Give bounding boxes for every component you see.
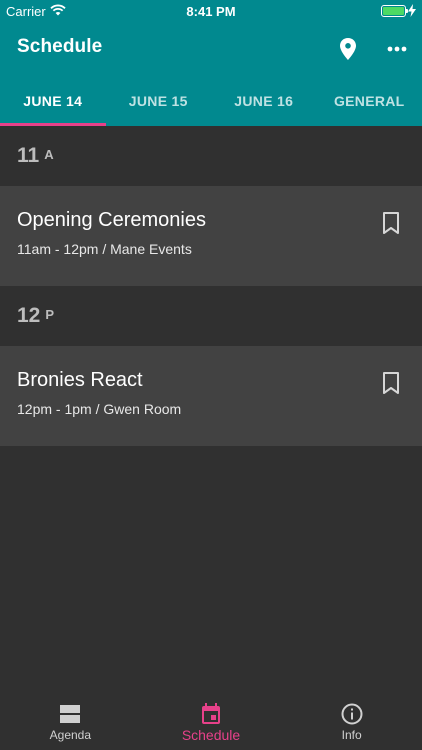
status-time: 8:41 PM (186, 4, 236, 19)
time-slot-ampm: A (44, 146, 54, 162)
date-tabs: JUNE 14 JUNE 15 JUNE 16 GENERAL (0, 76, 422, 126)
time-slot-hour: 12 (17, 304, 41, 327)
tab-label: GENERAL (333, 93, 405, 109)
event-time-location: 11am - 12pm / Mane Events (17, 241, 192, 257)
nav-info[interactable]: Info (281, 692, 422, 750)
tab-june-14[interactable]: JUNE 14 (0, 76, 106, 126)
event-item[interactable]: Bronies React 12pm - 1pm / Gwen Room (0, 346, 422, 446)
event-time-location: 12pm - 1pm / Gwen Room (17, 401, 182, 417)
time-slot-ampm: P (45, 306, 55, 322)
tab-june-16[interactable]: JUNE 16 (211, 76, 317, 126)
info-icon (341, 703, 363, 725)
nav-schedule[interactable]: Schedule (141, 692, 282, 750)
tab-general[interactable]: GENERAL (317, 76, 422, 126)
bookmark-icon[interactable] (381, 371, 401, 395)
app-bar: Schedule (0, 22, 422, 76)
tab-label: JUNE 14 (23, 93, 83, 109)
tab-label: JUNE 15 (128, 93, 188, 109)
bottom-navigation: Agenda Schedule Info (0, 692, 422, 750)
time-slot-header: 11 A (0, 126, 422, 186)
tab-june-15[interactable]: JUNE 15 (106, 76, 212, 126)
bookmark-icon[interactable] (381, 211, 401, 235)
status-bar: Carrier 8:41 PM (0, 0, 422, 22)
agenda-icon (60, 705, 81, 723)
tab-label: JUNE 16 (234, 93, 294, 109)
nav-label: Info (341, 728, 362, 742)
location-pin-icon[interactable] (337, 37, 359, 61)
event-title: Opening Ceremonies (17, 209, 206, 231)
event-title: Bronies React (17, 369, 143, 391)
calendar-icon (202, 703, 220, 724)
charging-icon (408, 4, 416, 17)
time-slot-hour: 11 (17, 144, 40, 167)
schedule-list: 11 A Opening Ceremonies 11am - 12pm / Ma… (0, 126, 422, 446)
time-slot-header: 12 P (0, 286, 422, 346)
page-title: Schedule (17, 36, 103, 57)
more-horizontal-icon[interactable] (386, 41, 408, 57)
nav-agenda[interactable]: Agenda (0, 692, 141, 750)
nav-label: Schedule (181, 727, 241, 743)
battery-icon (381, 5, 408, 17)
event-item[interactable]: Opening Ceremonies 11am - 12pm / Mane Ev… (0, 186, 422, 286)
nav-label: Agenda (49, 728, 92, 742)
